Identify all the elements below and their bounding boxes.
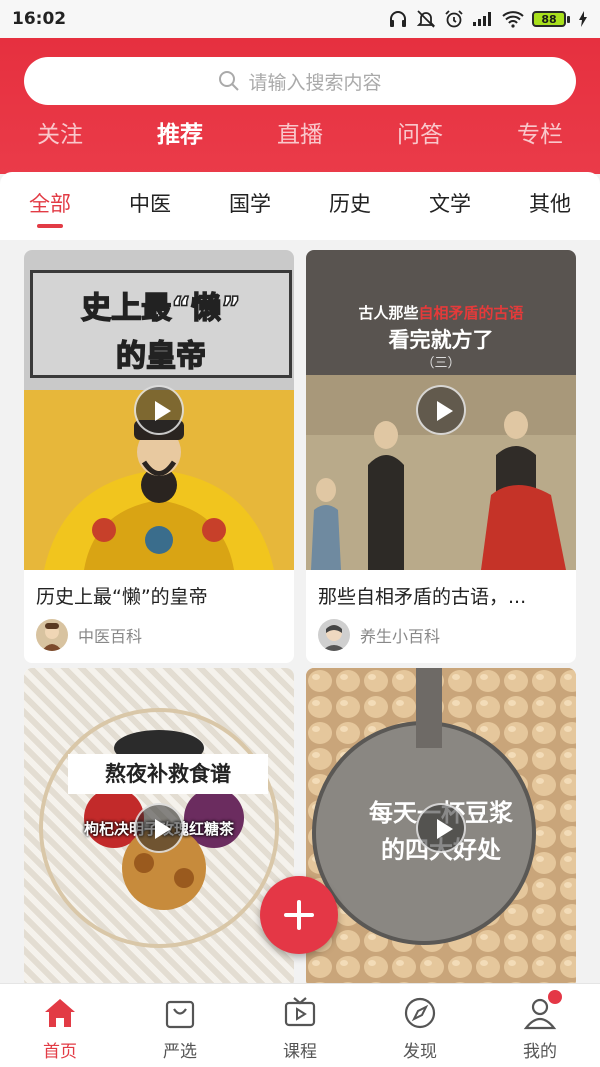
notification-dot	[548, 990, 562, 1004]
tab-live[interactable]: 直播	[240, 116, 360, 154]
tab-follow[interactable]: 关注	[0, 116, 120, 154]
video-card[interactable]: 古人那些自相矛盾的古语 看完就方了 （三） 那些自相矛盾的古语，... 养生小百…	[306, 250, 576, 663]
search-placeholder: 请输入搜索内容	[248, 71, 382, 94]
compass-icon	[401, 994, 439, 1032]
nav-label: 课程	[283, 1042, 317, 1062]
category-label: 中医	[129, 192, 171, 216]
video-thumbnail[interactable]: 每天一杯豆浆 的四大好处	[306, 668, 576, 988]
tab-column[interactable]: 专栏	[480, 116, 600, 154]
video-card[interactable]: 史上最“懒” 的皇帝 历史上最“懒”的皇帝 中医百科	[24, 250, 294, 663]
thumbnail-caption: 熬夜补救食谱	[68, 754, 268, 794]
signal-icon	[473, 12, 491, 26]
category-label: 全部	[29, 192, 71, 216]
active-indicator	[37, 224, 63, 228]
video-thumbnail[interactable]: 古人那些自相矛盾的古语 看完就方了 （三）	[306, 250, 576, 570]
thumbnail-caption: 的皇帝	[115, 338, 207, 375]
alarm-icon	[445, 10, 463, 28]
tab-recommend[interactable]: 推荐	[120, 116, 240, 154]
card-author[interactable]: 养生小百科	[306, 609, 576, 663]
top-tabs: 关注 推荐 直播 问答 专栏	[0, 116, 600, 154]
nav-item-courses[interactable]: 课程	[240, 984, 360, 1067]
category-label: 历史	[329, 192, 371, 216]
shopping-bag-icon	[161, 994, 199, 1032]
nav-item-home[interactable]: 首页	[0, 984, 120, 1067]
nav-label: 发现	[403, 1042, 437, 1062]
nav-label: 首页	[43, 1042, 77, 1062]
category-label: 其他	[529, 192, 571, 216]
avatar	[318, 619, 350, 651]
home-icon	[41, 994, 79, 1032]
avatar	[36, 619, 68, 651]
video-card[interactable]: 每天一杯豆浆 的四大好处	[306, 668, 576, 988]
thumbnail-caption: 古人那些自相矛盾的古语	[358, 304, 524, 322]
nav-label: 我的	[523, 1042, 557, 1062]
video-thumbnail[interactable]: 史上最“懒” 的皇帝	[24, 250, 294, 570]
author-name: 养生小百科	[360, 627, 441, 646]
category-tab-literature[interactable]: 文学	[400, 172, 500, 240]
card-title[interactable]: 那些自相矛盾的古语，...	[306, 570, 576, 609]
search-bar[interactable]: 请输入搜索内容	[24, 57, 576, 105]
card-author[interactable]: 中医百科	[24, 609, 294, 663]
headphones-icon	[390, 11, 406, 27]
play-button-icon[interactable]	[134, 385, 184, 435]
thumbnail-caption: 史上最“懒”	[81, 290, 242, 327]
nav-item-me[interactable]: 我的	[480, 984, 600, 1067]
thumbnail-caption: （三）	[421, 356, 461, 371]
category-tab-history[interactable]: 历史	[300, 172, 400, 240]
author-name: 中医百科	[78, 627, 143, 646]
add-post-button[interactable]	[260, 876, 338, 954]
bottom-nav: 首页 严选 课程 发现 我的	[0, 983, 600, 1067]
category-tab-tcm[interactable]: 中医	[100, 172, 200, 240]
nav-item-selection[interactable]: 严选	[120, 984, 240, 1067]
battery-icon: 88	[532, 11, 570, 27]
status-icons: 88	[388, 9, 588, 29]
status-bar: 16:02 88	[0, 0, 600, 38]
header: 请输入搜索内容 关注 推荐 直播 问答 专栏	[0, 38, 600, 174]
wifi-icon	[502, 11, 524, 28]
category-tab-other[interactable]: 其他	[500, 172, 600, 240]
category-tabs: 全部 中医 国学 历史 文学 其他	[0, 172, 600, 240]
nav-label: 严选	[163, 1042, 197, 1062]
tab-qa[interactable]: 问答	[360, 116, 480, 154]
tv-play-icon	[281, 994, 319, 1032]
category-label: 国学	[229, 192, 271, 216]
category-tab-all[interactable]: 全部	[0, 172, 100, 240]
charging-icon	[579, 11, 587, 27]
nav-item-discover[interactable]: 发现	[360, 984, 480, 1067]
card-title[interactable]: 历史上最“懒”的皇帝	[24, 570, 294, 609]
play-button-icon[interactable]	[134, 803, 184, 853]
video-thumbnail[interactable]: 熬夜补救食谱 枸杞决明子玫瑰红糖茶	[24, 668, 294, 988]
search-icon	[219, 71, 240, 91]
status-time: 16:02	[12, 9, 67, 29]
category-tab-guoxue[interactable]: 国学	[200, 172, 300, 240]
category-label: 文学	[429, 192, 471, 216]
battery-level: 88	[532, 11, 566, 27]
play-button-icon[interactable]	[416, 385, 466, 435]
video-card[interactable]: 熬夜补救食谱 枸杞决明子玫瑰红糖茶	[24, 668, 294, 988]
thumbnail-caption: 看完就方了	[388, 328, 494, 352]
play-button-icon[interactable]	[416, 803, 466, 853]
bell-off-icon	[416, 10, 436, 28]
